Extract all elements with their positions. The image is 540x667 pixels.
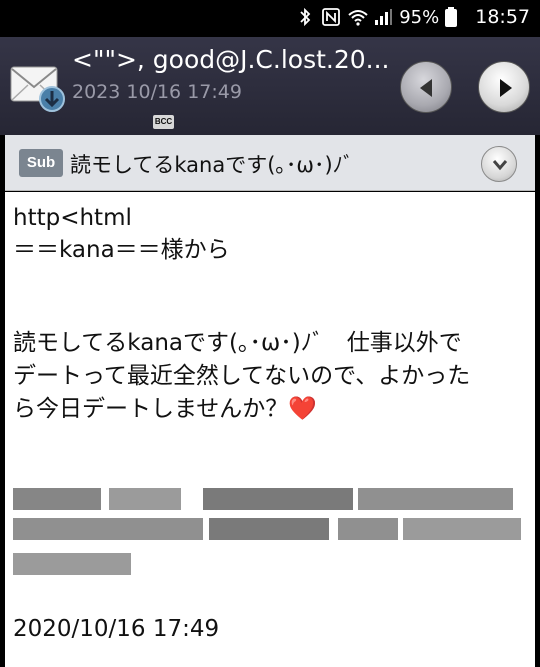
redacted-text-row [13, 553, 143, 575]
message-header: <"">, good@J.C.lost.20... 2023 10/16 17:… [0, 37, 540, 135]
wifi-icon [347, 7, 368, 27]
next-message-button[interactable] [478, 61, 530, 113]
expand-subject-button[interactable] [481, 146, 517, 182]
status-bar: 95% 18:57 [0, 0, 540, 37]
heart-emoji: ❤️ [288, 396, 317, 422]
body-line: http<html [13, 205, 132, 231]
footer-date: 2020/10/16 17:49 [13, 616, 220, 642]
previous-message-button[interactable] [400, 61, 452, 113]
sender-address: <"">, good@J.C.lost.20... [72, 45, 390, 74]
redacted-text-row [13, 488, 523, 510]
nfc-icon [321, 7, 341, 27]
subject-text: 読モしてるkanaです(｡･ω･)ﾉﾞ [70, 153, 354, 177]
chevron-down-icon [492, 160, 508, 171]
signal-icon [373, 7, 393, 27]
body-line: ら今日デートしませんか？❤️ [13, 393, 317, 425]
received-date: 2023 10/16 17:49 [72, 81, 242, 103]
subject-badge: Sub [19, 149, 63, 177]
subject-bar[interactable]: Sub 読モしてるkanaです(｡･ω･)ﾉﾞ [5, 135, 535, 191]
body-line: 読モしてるkanaです(｡･ω･)ﾉﾞ 仕事以外で [13, 330, 462, 356]
bluetooth-icon [295, 7, 315, 27]
body-line: デートって最近全然してないので、よかった [13, 363, 471, 389]
clock: 18:57 [475, 6, 530, 28]
battery-icon [445, 7, 465, 27]
redacted-text-row [13, 518, 523, 540]
body-line-text: ら今日デートしませんか？ [13, 396, 289, 422]
received-mail-icon [10, 65, 68, 115]
battery-percent: 95% [399, 6, 440, 28]
body-line: ＝＝kana＝＝様から [13, 237, 230, 263]
message-body: http<html ＝＝kana＝＝様から 読モしてるkanaです(｡･ω･)ﾉ… [5, 192, 535, 667]
bcc-badge: BCC [153, 115, 174, 129]
triangle-right-icon [500, 79, 512, 97]
triangle-left-icon [420, 79, 432, 97]
